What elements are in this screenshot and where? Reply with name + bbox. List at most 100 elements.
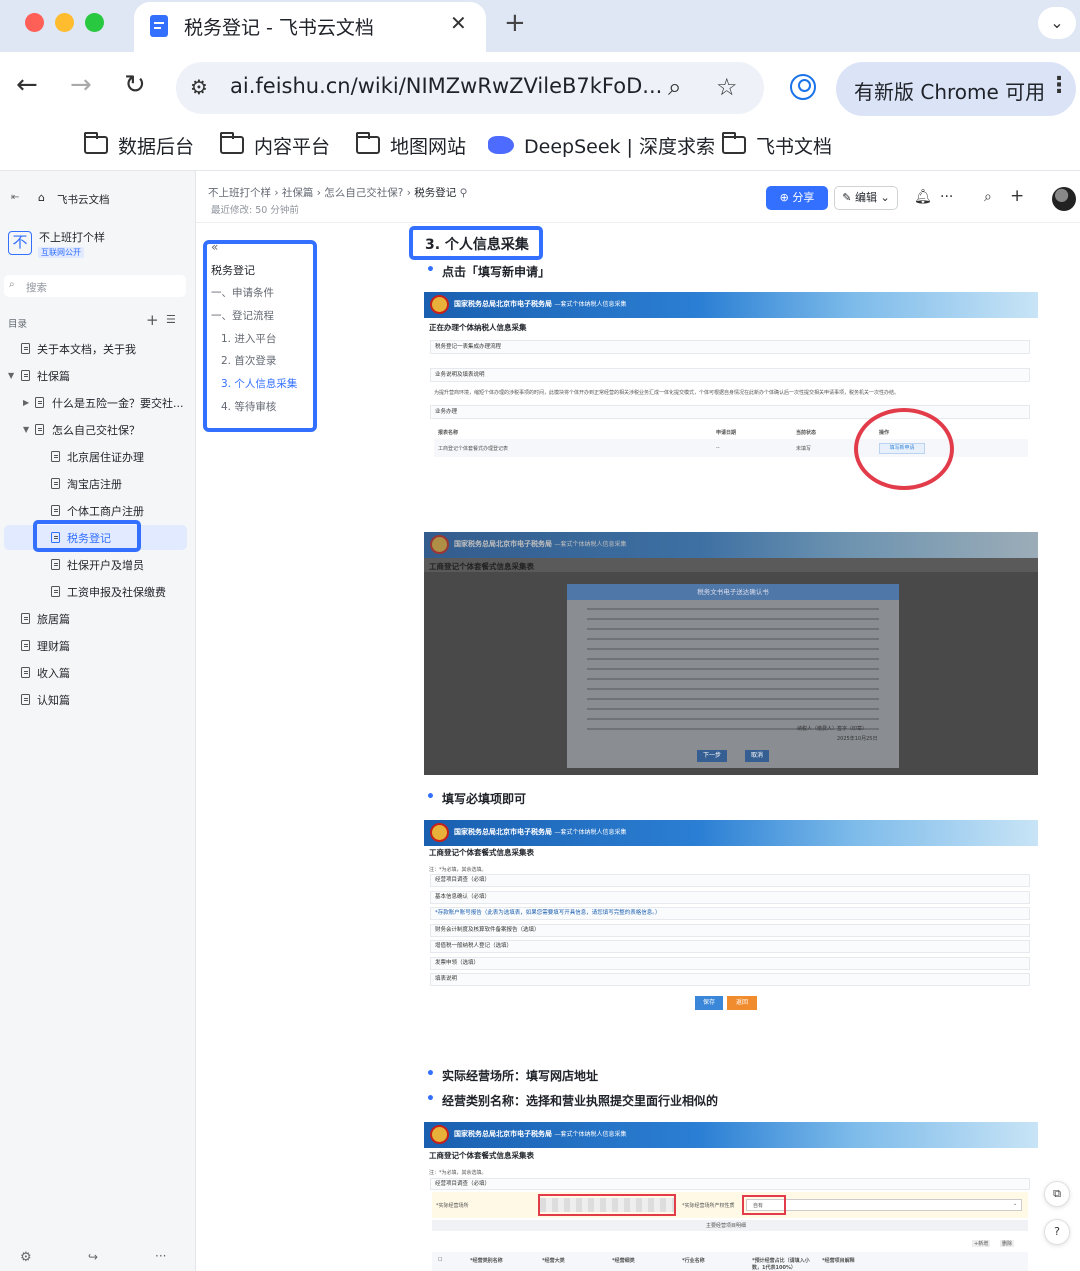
col-header: *预计经营占比（请填入小数，1代表100%） — [752, 1258, 810, 1271]
outline-item[interactable]: 1. 进入平台 — [221, 331, 276, 346]
banner-title: 国家税务总局北京市电子税务局 —套式个体纳税人信息采集 — [454, 300, 627, 308]
breadcrumb-item[interactable]: 怎么自己交社保? — [324, 187, 403, 199]
form-section[interactable]: 基本信息确认（必填） — [430, 891, 1030, 904]
collapse-outline-icon[interactable]: « — [211, 240, 218, 254]
bookmark-0[interactable]: 数据后台 — [84, 130, 194, 160]
history-icon[interactable]: ⧉ — [1044, 1181, 1070, 1207]
form-section[interactable]: *存款账户账号报告（此表为选填表，如果您需要填写开具信息，请您填写完整的表格信息… — [430, 907, 1030, 920]
bookmark-label: DeepSeek | 深度求索 — [524, 135, 715, 158]
more-menu-icon[interactable]: ⋮ — [1048, 73, 1070, 98]
back-button[interactable]: ← — [16, 70, 38, 100]
site-settings-icon[interactable]: ⚙ — [190, 75, 208, 99]
table-cell: 未填写 — [796, 446, 812, 452]
close-tab-icon[interactable]: ✕ — [450, 11, 467, 35]
annotation-circle — [854, 408, 954, 490]
add-row-button[interactable]: +新增 — [972, 1240, 991, 1247]
tax-emblem-icon — [430, 823, 449, 842]
doc-icon — [51, 451, 60, 462]
update-chrome-button[interactable]: 有新版 Chrome 可用 ⋮ — [836, 62, 1076, 116]
caret-down-icon[interactable]: ▼ — [8, 371, 14, 380]
search-placeholder: 搜索 — [26, 282, 47, 294]
profile-icon[interactable] — [790, 74, 816, 100]
caret-right-icon[interactable]: ▶ — [23, 398, 29, 407]
subhead: 主要经营项目明细 — [706, 1223, 747, 1229]
update-label: 有新版 Chrome 可用 — [854, 80, 1046, 104]
new-tab-button[interactable]: + — [504, 8, 526, 38]
more-icon[interactable]: ··· — [155, 1249, 166, 1263]
form-section[interactable]: 增值税一般纳税人登记（选填） — [430, 940, 1030, 953]
bullet-item: 点击「填写新申请」 — [426, 262, 550, 280]
bookmarks-bar: 数据后台 内容平台 地图网站 DeepSeek | 深度求索 飞书文档 — [0, 122, 1080, 170]
breadcrumb-item[interactable]: 社保篇 — [282, 187, 314, 199]
tab-search-button[interactable]: ⌄ — [1038, 7, 1076, 39]
outline-item[interactable]: 一、登记流程 — [211, 308, 274, 323]
banner-title: 国家税务总局北京市电子税务局 —套式个体纳税人信息采集 — [454, 1130, 627, 1138]
address-bar[interactable]: ⚙ ai.feishu.cn/wiki/NIMZwRwZVileB7kFoD..… — [176, 62, 764, 114]
save-button[interactable]: 保存 — [695, 996, 723, 1010]
outline-item[interactable]: 一、申请条件 — [211, 285, 274, 300]
bookmark-1[interactable]: 内容平台 — [220, 130, 330, 160]
form-section[interactable]: 发票申领（选填） — [430, 957, 1030, 970]
search-icon[interactable]: ⌕ — [984, 189, 992, 205]
sidebar-item-label: 社保篇 — [37, 370, 70, 383]
row-checkbox[interactable]: ☐ — [438, 1257, 442, 1263]
outline-item[interactable]: 4. 等待审核 — [221, 399, 276, 414]
close-window-button[interactable] — [25, 13, 44, 32]
breadcrumb-item[interactable]: 不上班打个样 — [208, 187, 271, 199]
pin-icon[interactable]: ⚲ — [460, 187, 468, 199]
last-modified: 最近修改: 50 分钟前 — [211, 205, 299, 216]
annotation-rect — [742, 1195, 786, 1215]
outline-item[interactable]: 2. 首次登录 — [221, 353, 276, 368]
cancel-button[interactable]: 取消 — [745, 750, 769, 762]
url-text: ai.feishu.cn/wiki/NIMZwRwZVileB7kFoD... — [230, 74, 663, 98]
avatar[interactable] — [1052, 187, 1076, 211]
sort-list-icon[interactable]: ☰ — [166, 313, 176, 326]
col-header: *经营类别名称 — [470, 1258, 503, 1264]
next-step-button[interactable]: 下一步 — [697, 750, 727, 762]
maximize-window-button[interactable] — [85, 13, 104, 32]
home-icon[interactable]: ⌂ — [38, 191, 45, 204]
share-button[interactable]: ⊕ 分享 — [766, 186, 828, 210]
space-name[interactable]: 不上班打个样 — [39, 229, 105, 245]
globe-icon: ⊕ — [779, 191, 793, 204]
home-link[interactable]: 飞书云文档 — [57, 192, 110, 207]
form-section[interactable]: 财务会计制度及核算软件备案报告（选填） — [430, 924, 1030, 937]
back-button[interactable]: 返回 — [727, 996, 757, 1010]
col-header: *经营大类 — [542, 1258, 565, 1264]
settings-icon[interactable]: ⚙ — [20, 1250, 32, 1265]
zoom-search-icon[interactable]: ⌕ — [668, 73, 681, 101]
bookmark-3[interactable]: DeepSeek | 深度求索 — [488, 130, 715, 160]
delete-row-button[interactable]: 删除 — [1000, 1240, 1015, 1247]
outline-item[interactable]: 税务登记 — [211, 262, 255, 278]
doc-icon — [21, 640, 30, 651]
property-type-select[interactable]: 自有 ⌄ — [746, 1199, 1022, 1211]
reload-button[interactable]: ↻ — [124, 70, 146, 100]
add-icon[interactable]: + — [1010, 186, 1024, 206]
form-section[interactable]: 经营项目调查（必填） — [430, 874, 1030, 887]
help-icon[interactable]: ? — [1044, 1219, 1070, 1245]
bullet-item: 经营类别名称：选择和营业执照提交里面行业相似的 — [426, 1091, 718, 1109]
bookmark-star-icon[interactable]: ☆ — [716, 73, 738, 101]
bell-icon[interactable]: 🔔︎ — [914, 189, 932, 205]
minimize-window-button[interactable] — [55, 13, 74, 32]
sidebar-search-input[interactable]: ⌕ 搜索 — [4, 275, 186, 297]
add-page-icon[interactable]: + — [146, 311, 159, 329]
dialog-signer: 纳税人（缴费人）签字（印章） — [797, 726, 868, 732]
bookmark-2[interactable]: 地图网站 — [356, 130, 466, 160]
share-out-icon[interactable]: ↪ — [88, 1250, 98, 1264]
form-section[interactable]: 经营项目调查（必填） — [430, 1178, 1030, 1190]
collapse-sidebar-icon[interactable]: ⇤ — [11, 192, 19, 203]
col-header: *经营项目解释 — [822, 1258, 855, 1264]
doc-icon — [21, 667, 30, 678]
chevron-down-icon: ⌄ — [877, 191, 890, 204]
caret-down-icon[interactable]: ▼ — [23, 425, 29, 434]
pencil-icon: ✎ — [842, 191, 855, 204]
dialog-body-text — [587, 608, 879, 610]
form-section[interactable]: 填表说明 — [430, 973, 1030, 986]
active-tab[interactable]: 税务登记 - 飞书云文档 ✕ — [134, 2, 486, 52]
outline-item-active[interactable]: 3. 个人信息采集 — [221, 376, 297, 391]
edit-button[interactable]: ✎ 编辑 ⌄ — [834, 186, 898, 210]
bookmark-4[interactable]: 飞书文档 — [722, 130, 832, 160]
forward-button[interactable]: → — [70, 70, 92, 100]
more-icon[interactable]: ··· — [940, 189, 953, 205]
